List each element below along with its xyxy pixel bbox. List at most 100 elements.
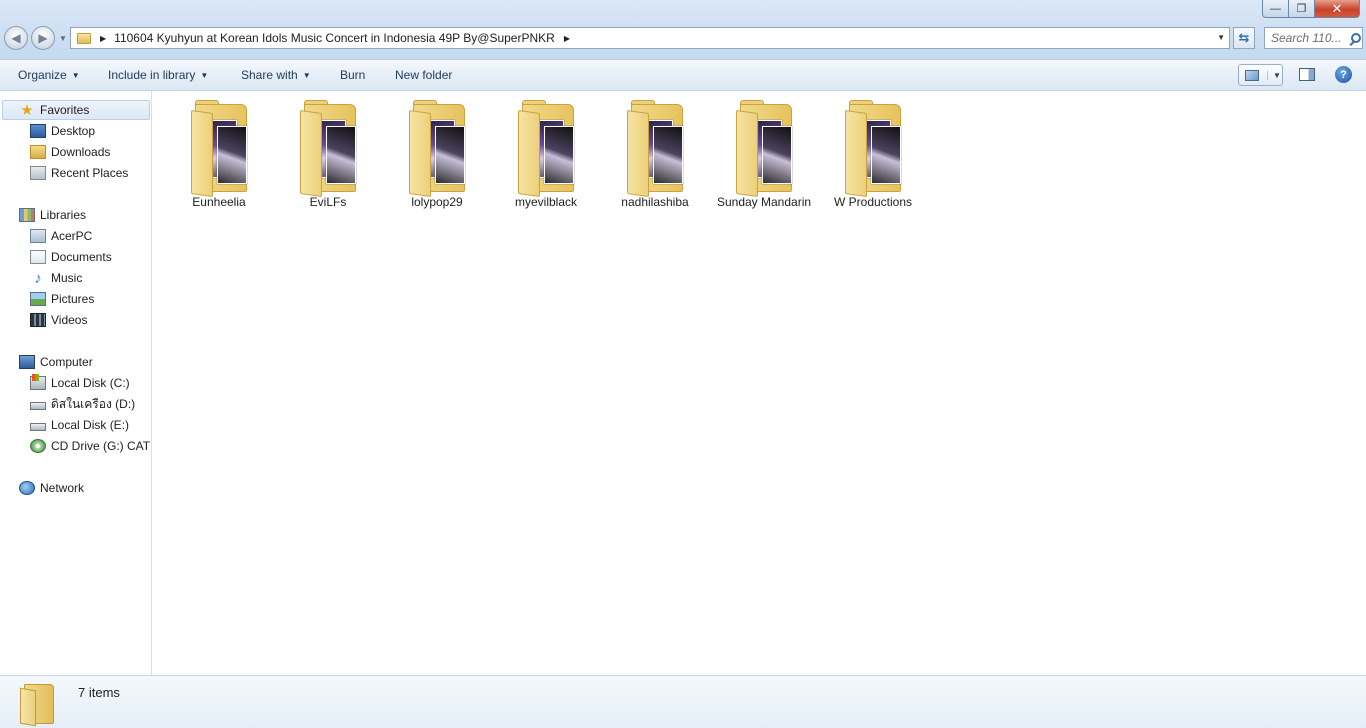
folder-name: nadhilashiba: [621, 195, 689, 209]
sidebar-item-favorites[interactable]: ★ Favorites: [19, 100, 89, 120]
sidebar-item-downloads[interactable]: Downloads: [30, 142, 110, 162]
folder-item[interactable]: myevilblack: [496, 98, 596, 213]
downloads-icon: [30, 145, 46, 159]
sidebar-item-label: Recent Places: [51, 166, 129, 180]
disk-icon: [30, 423, 46, 431]
folder-name: W Productions: [833, 195, 913, 209]
folder-item[interactable]: lolypop29: [387, 98, 487, 213]
new-folder-button[interactable]: New folder: [395, 68, 452, 82]
network-icon: [19, 481, 35, 495]
folder-thumbnail-icon: [300, 98, 360, 198]
videos-icon: [30, 313, 46, 327]
sidebar-item-label: Computer: [40, 355, 93, 369]
address-bar[interactable]: ▶ 110604 Kyuhyun at Korean Idols Music C…: [70, 27, 1230, 49]
folder-thumbnail-icon: [627, 98, 687, 198]
folder-icon: [77, 32, 91, 44]
sidebar-item-acerpc[interactable]: AcerPC: [30, 226, 92, 246]
folder-name: Sunday Mandarin: [716, 195, 812, 209]
folder-item[interactable]: EviLFs: [278, 98, 378, 213]
folder-name: lolypop29: [411, 195, 463, 209]
sidebar-item-label: AcerPC: [51, 229, 93, 243]
item-count: 7 items: [78, 685, 120, 700]
burn-button[interactable]: Burn: [340, 68, 365, 82]
breadcrumb-chevron-icon[interactable]: ▶: [100, 34, 106, 43]
folder-item[interactable]: Eunheelia: [169, 98, 269, 213]
folder-icon: [20, 681, 56, 727]
search-box[interactable]: [1264, 27, 1363, 49]
folder-name: Eunheelia: [192, 195, 246, 209]
back-arrow-icon: ◀: [11, 31, 21, 45]
pictures-icon: [30, 292, 46, 306]
sidebar-item-music[interactable]: ♪ Music: [30, 268, 82, 288]
change-view-button[interactable]: ▼: [1238, 64, 1283, 86]
star-icon: ★: [20, 102, 34, 119]
sidebar-item-label: Desktop: [51, 124, 96, 138]
sidebar-item-label: Pictures: [51, 292, 95, 306]
folder-thumbnail-icon: [409, 98, 469, 198]
address-history-dropdown[interactable]: ▼: [1217, 33, 1225, 42]
help-icon[interactable]: ?: [1335, 66, 1352, 83]
sidebar-item-label: Videos: [51, 313, 88, 327]
back-button[interactable]: ◀: [4, 26, 28, 50]
sidebar-item-local-disk-c[interactable]: Local Disk (C:): [30, 373, 130, 393]
recent-pages-dropdown[interactable]: ▼: [59, 34, 67, 43]
music-icon: ♪: [34, 269, 42, 287]
close-button[interactable]: ✕: [1315, 0, 1360, 18]
status-bar: 7 items: [0, 675, 1366, 728]
title-bar: — ❐ ✕ ◀ ▶ ▼ ▶ 110604 Kyuhyun at Korean I…: [0, 0, 1366, 60]
share-with-label: Share with: [241, 68, 298, 82]
search-icon[interactable]: [1351, 33, 1361, 43]
folder-item[interactable]: Sunday Mandarin: [714, 98, 814, 213]
sidebar-item-network[interactable]: Network: [19, 478, 84, 498]
folder-name: EviLFs: [309, 195, 347, 209]
forward-arrow-icon: ▶: [38, 31, 48, 45]
minimize-button[interactable]: —: [1262, 0, 1289, 18]
desktop-icon: [30, 124, 46, 138]
sidebar-item-local-disk-e[interactable]: Local Disk (E:): [30, 415, 129, 435]
preview-pane-icon[interactable]: [1299, 68, 1315, 81]
windows-disk-icon: [30, 374, 46, 390]
sidebar-item-recent-places[interactable]: Recent Places: [30, 163, 128, 183]
chevron-down-icon: ▼: [302, 70, 311, 80]
sidebar-item-libraries[interactable]: Libraries: [19, 205, 86, 225]
sidebar-item-label: Music: [51, 271, 83, 285]
chevron-down-icon[interactable]: ▼: [1267, 70, 1281, 80]
sidebar-item-disk-d[interactable]: ดิสในเครือง (D:): [30, 394, 135, 414]
sidebar-item-label: Network: [40, 481, 85, 495]
navigation-pane: ★ Favorites Desktop Downloads Recent Pla…: [0, 91, 152, 675]
sidebar-item-documents[interactable]: Documents: [30, 247, 112, 267]
organize-button[interactable]: Organize ▼: [18, 68, 80, 82]
folder-thumbnail-icon: [191, 98, 251, 198]
sidebar-item-desktop[interactable]: Desktop: [30, 121, 95, 141]
refresh-button[interactable]: ⇆: [1233, 27, 1255, 49]
share-with-button[interactable]: Share with ▼: [241, 68, 311, 82]
sidebar-item-cd-drive-g[interactable]: CD Drive (G:) CAT (: [30, 436, 151, 456]
breadcrumb-current-folder[interactable]: 110604 Kyuhyun at Korean Idols Music Con…: [114, 31, 555, 45]
sidebar-item-label: Libraries: [40, 208, 87, 222]
folder-thumbnail-icon: [736, 98, 796, 198]
search-input[interactable]: [1271, 31, 1349, 45]
recent-places-icon: [30, 166, 46, 180]
documents-icon: [30, 250, 46, 264]
file-list: Eunheelia EviLFs lolypop29 myevilblack n…: [153, 91, 1366, 675]
computer-icon: [19, 355, 35, 369]
folder-item[interactable]: W Productions: [823, 98, 923, 213]
include-in-library-button[interactable]: Include in library ▼: [108, 68, 208, 82]
burn-label: Burn: [340, 68, 366, 82]
view-icon: [1245, 69, 1259, 81]
breadcrumb-chevron-icon[interactable]: ▶: [564, 34, 570, 43]
folder-item[interactable]: nadhilashiba: [605, 98, 705, 213]
chevron-down-icon: ▼: [71, 70, 80, 80]
folder-thumbnail-icon: [518, 98, 578, 198]
sidebar-item-pictures[interactable]: Pictures: [30, 289, 94, 309]
refresh-icon: ⇆: [1238, 30, 1250, 45]
libraries-icon: [19, 208, 35, 222]
sidebar-item-label: Favorites: [40, 103, 90, 117]
folder-thumbnail-icon: [845, 98, 905, 198]
sidebar-item-videos[interactable]: Videos: [30, 310, 87, 330]
maximize-button[interactable]: ❐: [1289, 0, 1315, 18]
forward-button[interactable]: ▶: [31, 26, 55, 50]
window-controls: — ❐ ✕: [1262, 0, 1360, 18]
command-bar: Organize ▼ Include in library ▼ Share with…: [0, 60, 1366, 91]
sidebar-item-computer[interactable]: Computer: [19, 352, 93, 372]
